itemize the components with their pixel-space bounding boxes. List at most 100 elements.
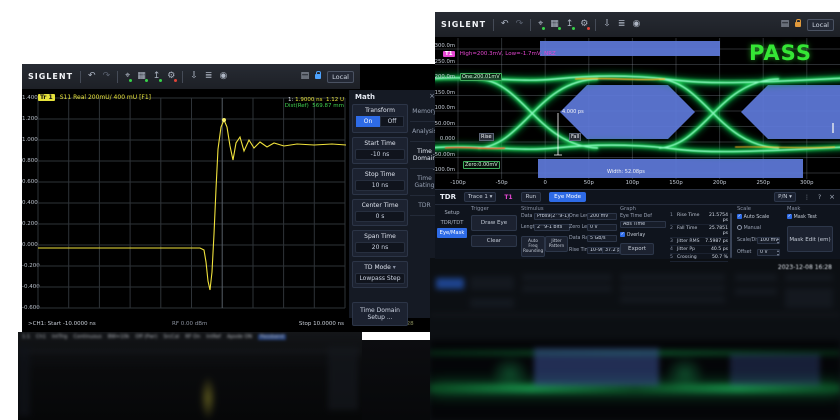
marker-icon[interactable]: ⌖	[538, 20, 543, 29]
pass-indicator: PASS	[749, 41, 812, 65]
vna-footer: >CH1: Start -10.0000 ns RF 0.00 dBm Stop…	[22, 318, 348, 332]
marker-icon[interactable]: ⌖	[125, 72, 130, 81]
camera-icon[interactable]: ◉	[632, 20, 640, 29]
mask-test-checkbox[interactable]: ✓ Mask Test	[787, 214, 817, 220]
pn-select[interactable]: P/N ▾	[774, 192, 796, 202]
y-tick-label: 300.0m	[435, 43, 455, 49]
local-button[interactable]: Local	[327, 71, 354, 83]
freq-rounding-button[interactable]: Auto Freq Rounding	[521, 236, 545, 257]
save-icon[interactable]: ⇩	[603, 20, 611, 29]
clear-button[interactable]: Clear	[471, 235, 517, 247]
data-pattern-select[interactable]: Prbs9(2^9-1)	[534, 213, 570, 220]
auto-scale-checkbox[interactable]: ✓ Auto Scale	[737, 214, 769, 220]
undo-icon[interactable]: ↶	[501, 20, 509, 29]
overlay-checkbox[interactable]: ✓ Overlay	[620, 232, 645, 238]
tdr-tab-setup[interactable]: Setup	[437, 208, 467, 218]
print-icon[interactable]: ≣	[205, 72, 213, 81]
measurement-row: 1Rise Time21.5754 ps	[670, 212, 728, 225]
status-item: Apode ON	[227, 334, 252, 340]
math-menu: Math × Transform On Off Start Time -10 n…	[348, 90, 439, 318]
status-item: Ch1	[36, 334, 46, 340]
trace-badge[interactable]: Tr 1	[38, 94, 55, 101]
eye-measurements: 1Rise Time21.5754 ps 2Fall Time25.7851 p…	[670, 212, 728, 262]
length-select[interactable]: 2^9-1 bits	[534, 224, 570, 231]
transform-off-button[interactable]: Off	[380, 116, 404, 127]
display-icon[interactable]: ▦	[550, 20, 559, 29]
sweep-range: >CH1: Start -10.0000 ns	[28, 321, 96, 327]
transform-on-button[interactable]: On	[356, 116, 380, 127]
menu-field[interactable]: Center Time 0 s	[352, 199, 408, 226]
icon-badge	[129, 79, 132, 82]
sweep-stop: Stop 10.0000 ns	[299, 321, 344, 327]
rise-time-field[interactable]: 37.2 ps	[602, 247, 620, 254]
vna-window: SIGLENT ↶ ↷ ⌖ ▦ ↥ ⚙ ⇩ ≣ ◉ ▤ Local Tr 1 S…	[22, 64, 438, 332]
stimulus-icon[interactable]: ↥	[566, 20, 574, 29]
close-icon[interactable]: ×	[829, 193, 835, 201]
menu-field[interactable]: Stop Time 10 ns	[352, 168, 408, 195]
icon-badge	[558, 27, 561, 30]
layout-icon[interactable]: ▤	[781, 20, 790, 29]
status-bar-reflection: 1:1Ch1IntTrigContinuousBW=10kOff (Pwr)Sr…	[22, 334, 358, 340]
trace-badge: T1	[504, 194, 512, 201]
stepper-icon[interactable]: ▴▾	[777, 237, 779, 244]
run-button[interactable]: Run	[521, 192, 542, 202]
redo-icon[interactable]: ↷	[103, 72, 111, 81]
eye-y-axis: 300.0m250.0m200.0m150.0m100.0m50.00m0.00…	[437, 38, 455, 179]
lock-icon[interactable]	[315, 74, 321, 79]
status-item: Continuous	[73, 334, 101, 340]
icon-badge	[587, 27, 590, 30]
display-icon[interactable]: ▦	[137, 72, 146, 81]
time-domain-setup-button[interactable]: Time Domain Setup ...	[352, 302, 408, 326]
cal-icon[interactable]: ⚙	[580, 20, 588, 29]
more-icon[interactable]: ⋮	[804, 194, 810, 201]
lock-icon[interactable]	[795, 22, 801, 27]
reflection-right: 2023-12-08 16:28	[430, 258, 840, 420]
mask-edit-button[interactable]: Mask Edit (em)	[787, 226, 833, 252]
x-tick-label: 0	[533, 180, 557, 186]
x-tick-label: 250p	[751, 180, 775, 186]
tdr-header: TDR Trace 1 ▾ T1 Run Eye Mode P/N ▾ ⋮ ? …	[435, 190, 840, 205]
local-button[interactable]: Local	[807, 19, 834, 31]
stepper-icon[interactable]: ▴▾	[777, 249, 779, 256]
measurement-row: 2Fall Time25.7851 ps	[670, 225, 728, 238]
stage: SIGLENT ↶ ↷ ⌖ ▦ ↥ ⚙ ⇩ ≣ ◉ ▤ Local Tr 1 S…	[0, 0, 840, 420]
tdr-tab-eyemask[interactable]: Eye/Mask	[437, 228, 467, 238]
rise-tag: Rise	[479, 133, 494, 141]
y-tick-label: 100.0m	[435, 105, 455, 111]
jitter-pattern-button[interactable]: Jitter Pattern	[545, 236, 568, 252]
cal-icon[interactable]: ⚙	[167, 72, 175, 81]
tdr-tab-tdrtdt[interactable]: TDR/TDT	[437, 218, 467, 228]
x-tick-label: 100p	[620, 180, 644, 186]
eye-window: SIGLENT ↶ ↷ ⌖ ▦ ↥ ⚙ ⇩ ≣ ◉ ▤ Local	[435, 12, 840, 258]
jitter-tag: 4.000 ps	[562, 109, 584, 115]
menu-field[interactable]: Span Time 20 ns	[352, 230, 408, 257]
measurements-scrollbar[interactable]	[730, 213, 732, 258]
eye-plot: T1 High=200.3mV, Low=-1.7mV, NRZ PASS On…	[435, 38, 840, 179]
print-icon[interactable]: ≣	[618, 20, 626, 29]
save-icon[interactable]: ⇩	[190, 72, 198, 81]
zero-level-field[interactable]: 0 v	[587, 224, 617, 231]
redo-icon[interactable]: ↷	[516, 20, 524, 29]
help-icon[interactable]: ?	[818, 194, 821, 201]
draw-eye-button[interactable]: Draw Eye	[471, 215, 517, 231]
eye-trace-label: T1 High=200.3mV, Low=-1.7mV, NRZ	[443, 40, 556, 59]
chevron-down-icon: ▾	[789, 194, 792, 200]
siglent-logo: SIGLENT	[28, 72, 73, 81]
one-level-field[interactable]: 200 mv	[587, 213, 617, 220]
data-rate-field[interactable]: 5 Gb/s	[587, 235, 617, 242]
y-tick-label: 50.00m	[435, 121, 455, 127]
camera-icon[interactable]: ◉	[219, 72, 227, 81]
eye-mode-button[interactable]: Eye Mode	[549, 192, 586, 202]
export-button[interactable]: Export	[620, 243, 654, 255]
trace-select[interactable]: Trace 1 ▾	[464, 192, 496, 202]
eye-time-select[interactable]: Abs Time	[620, 221, 666, 228]
layout-icon[interactable]: ▤	[301, 72, 310, 81]
manual-radio[interactable]: Manual	[737, 225, 761, 231]
radio-icon	[737, 225, 742, 230]
stimulus-icon[interactable]: ↥	[153, 72, 161, 81]
width-tag: Width: 52.08ps	[607, 169, 645, 175]
menu-field[interactable]: Start Time -10 ns	[352, 137, 408, 164]
x-tick-label: 200p	[708, 180, 732, 186]
td-mode-field[interactable]: TD Mode ▾ Lowpass Step	[352, 261, 408, 288]
undo-icon[interactable]: ↶	[88, 72, 96, 81]
